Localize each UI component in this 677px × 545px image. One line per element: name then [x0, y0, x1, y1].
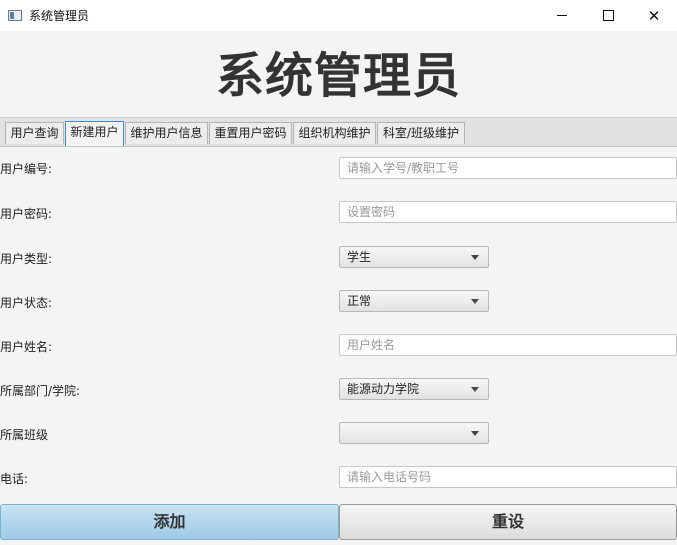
phone-label: 电话: [0, 472, 29, 486]
tab-maintain-user-info[interactable]: 维护用户信息 [125, 122, 208, 144]
user-type-select[interactable]: 学生 [339, 246, 489, 268]
maximize-button[interactable] [585, 0, 631, 31]
password-input[interactable] [339, 201, 677, 223]
chevron-down-icon [471, 431, 479, 436]
class-label: 所属班级 [0, 428, 49, 442]
page-title: 系统管理员 [215, 48, 461, 104]
tab-reset-password[interactable]: 重置用户密码 [209, 122, 292, 144]
department-label: 所属部门/学院: [0, 384, 81, 398]
user-type-value: 学生 [347, 250, 372, 264]
class-select[interactable] [339, 422, 489, 444]
tab-new-user[interactable]: 新建用户 [65, 121, 124, 146]
user-id-label: 用户编号: [0, 162, 53, 176]
user-type-label: 用户类型: [0, 252, 53, 266]
user-id-input[interactable] [339, 157, 677, 179]
user-name-label: 用户姓名: [0, 340, 53, 354]
app-window-icon [8, 10, 22, 21]
tab-strip: 用户查询 新建用户 维护用户信息 重置用户密码 组织机构维护 科室/班级维护 [0, 117, 677, 147]
tab-dept-class-maintenance[interactable]: 科室/班级维护 [377, 122, 465, 144]
department-select[interactable]: 能源动力学院 [339, 378, 489, 400]
window-controls: ✕ [539, 0, 677, 31]
user-status-select[interactable]: 正常 [339, 290, 489, 312]
user-status-label: 用户状态: [0, 296, 53, 310]
close-button[interactable]: ✕ [631, 0, 677, 31]
chevron-down-icon [471, 255, 479, 260]
add-button[interactable]: 添加 [0, 504, 339, 540]
password-label: 用户密码: [0, 207, 53, 221]
maximize-icon [602, 10, 614, 21]
close-icon: ✕ [647, 6, 661, 25]
window-title: 系统管理员 [29, 9, 90, 23]
phone-input[interactable] [339, 466, 677, 488]
tab-user-query[interactable]: 用户查询 [5, 122, 64, 144]
user-status-value: 正常 [347, 294, 372, 308]
user-name-input[interactable] [339, 334, 677, 356]
tab-org-maintenance[interactable]: 组织机构维护 [293, 122, 376, 144]
reset-button[interactable]: 重设 [339, 504, 677, 540]
minimize-icon [557, 15, 567, 16]
chevron-down-icon [471, 387, 479, 392]
window-titlebar: 系统管理员 ✕ [0, 0, 677, 31]
department-value: 能源动力学院 [347, 382, 420, 396]
minimize-button[interactable] [539, 0, 585, 31]
chevron-down-icon [471, 299, 479, 304]
